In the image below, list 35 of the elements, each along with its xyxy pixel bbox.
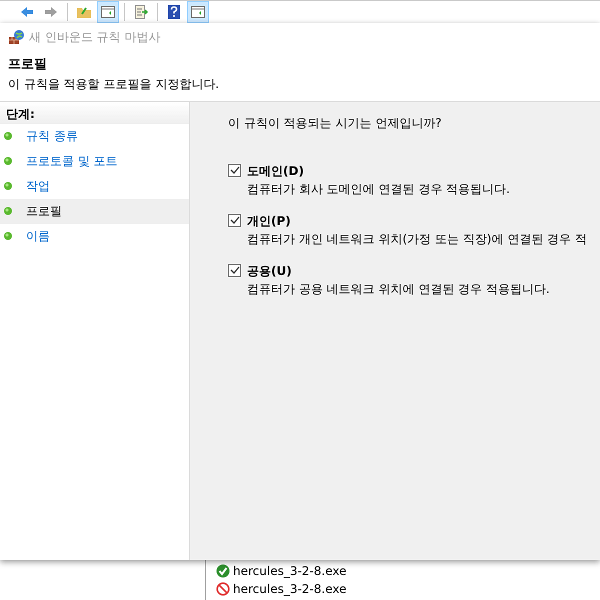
option-description: 컴퓨터가 개인 네트워크 위치(가정 또는 직장)에 연결된 경우 적 — [247, 230, 587, 248]
page-title: 프로필 — [8, 56, 48, 74]
checkbox[interactable] — [228, 264, 241, 276]
step-item[interactable]: 이름 — [0, 224, 189, 248]
option-label: 공용(U) — [247, 262, 293, 280]
step-item[interactable]: 작업 — [0, 174, 189, 198]
status-dot-icon — [4, 132, 12, 140]
status-dot-icon — [4, 232, 12, 240]
status-dot-icon — [4, 207, 12, 215]
document-arrow-icon — [133, 4, 149, 20]
checkbox[interactable] — [228, 164, 241, 176]
option-label: 개인(P) — [247, 212, 292, 230]
step-item[interactable]: 프로필 — [0, 198, 189, 224]
page-subtitle: 이 규칙을 적용할 프로필을 지정합니다. — [8, 76, 220, 92]
help-icon — [166, 4, 182, 20]
window-panel-icon — [190, 4, 206, 20]
status-dot-icon — [4, 157, 12, 165]
option-label: 도메인(D) — [247, 162, 305, 180]
option-description: 컴퓨터가 공용 네트워크 위치에 연결된 경우 적용됩니다. — [247, 280, 550, 298]
steps-heading: 단계: — [0, 102, 189, 124]
question-text: 이 규칙이 적용되는 시기는 언제입니까? — [228, 114, 443, 132]
status-dot-icon — [4, 182, 12, 190]
toolbar-button[interactable] — [97, 0, 119, 22]
firewall-globe-icon — [8, 29, 24, 45]
step-item[interactable]: 프로토콜 및 포트 — [0, 148, 189, 174]
step-item[interactable]: 규칙 종류 — [0, 124, 189, 148]
checkbox[interactable] — [228, 214, 241, 226]
file-name[interactable]: hercules_3-2-8.exe — [233, 580, 346, 598]
toolbar-button[interactable] — [187, 0, 209, 22]
window-title: 새 인바운드 규칙 마법사 — [29, 29, 160, 46]
file-name[interactable]: hercules_3-2-8.exe — [233, 562, 346, 580]
window-panel-icon — [100, 4, 116, 20]
blocked-icon — [216, 582, 230, 596]
check-icon — [216, 564, 230, 578]
option-description: 컴퓨터가 회사 도메인에 연결된 경우 적용됩니다. — [247, 180, 510, 198]
